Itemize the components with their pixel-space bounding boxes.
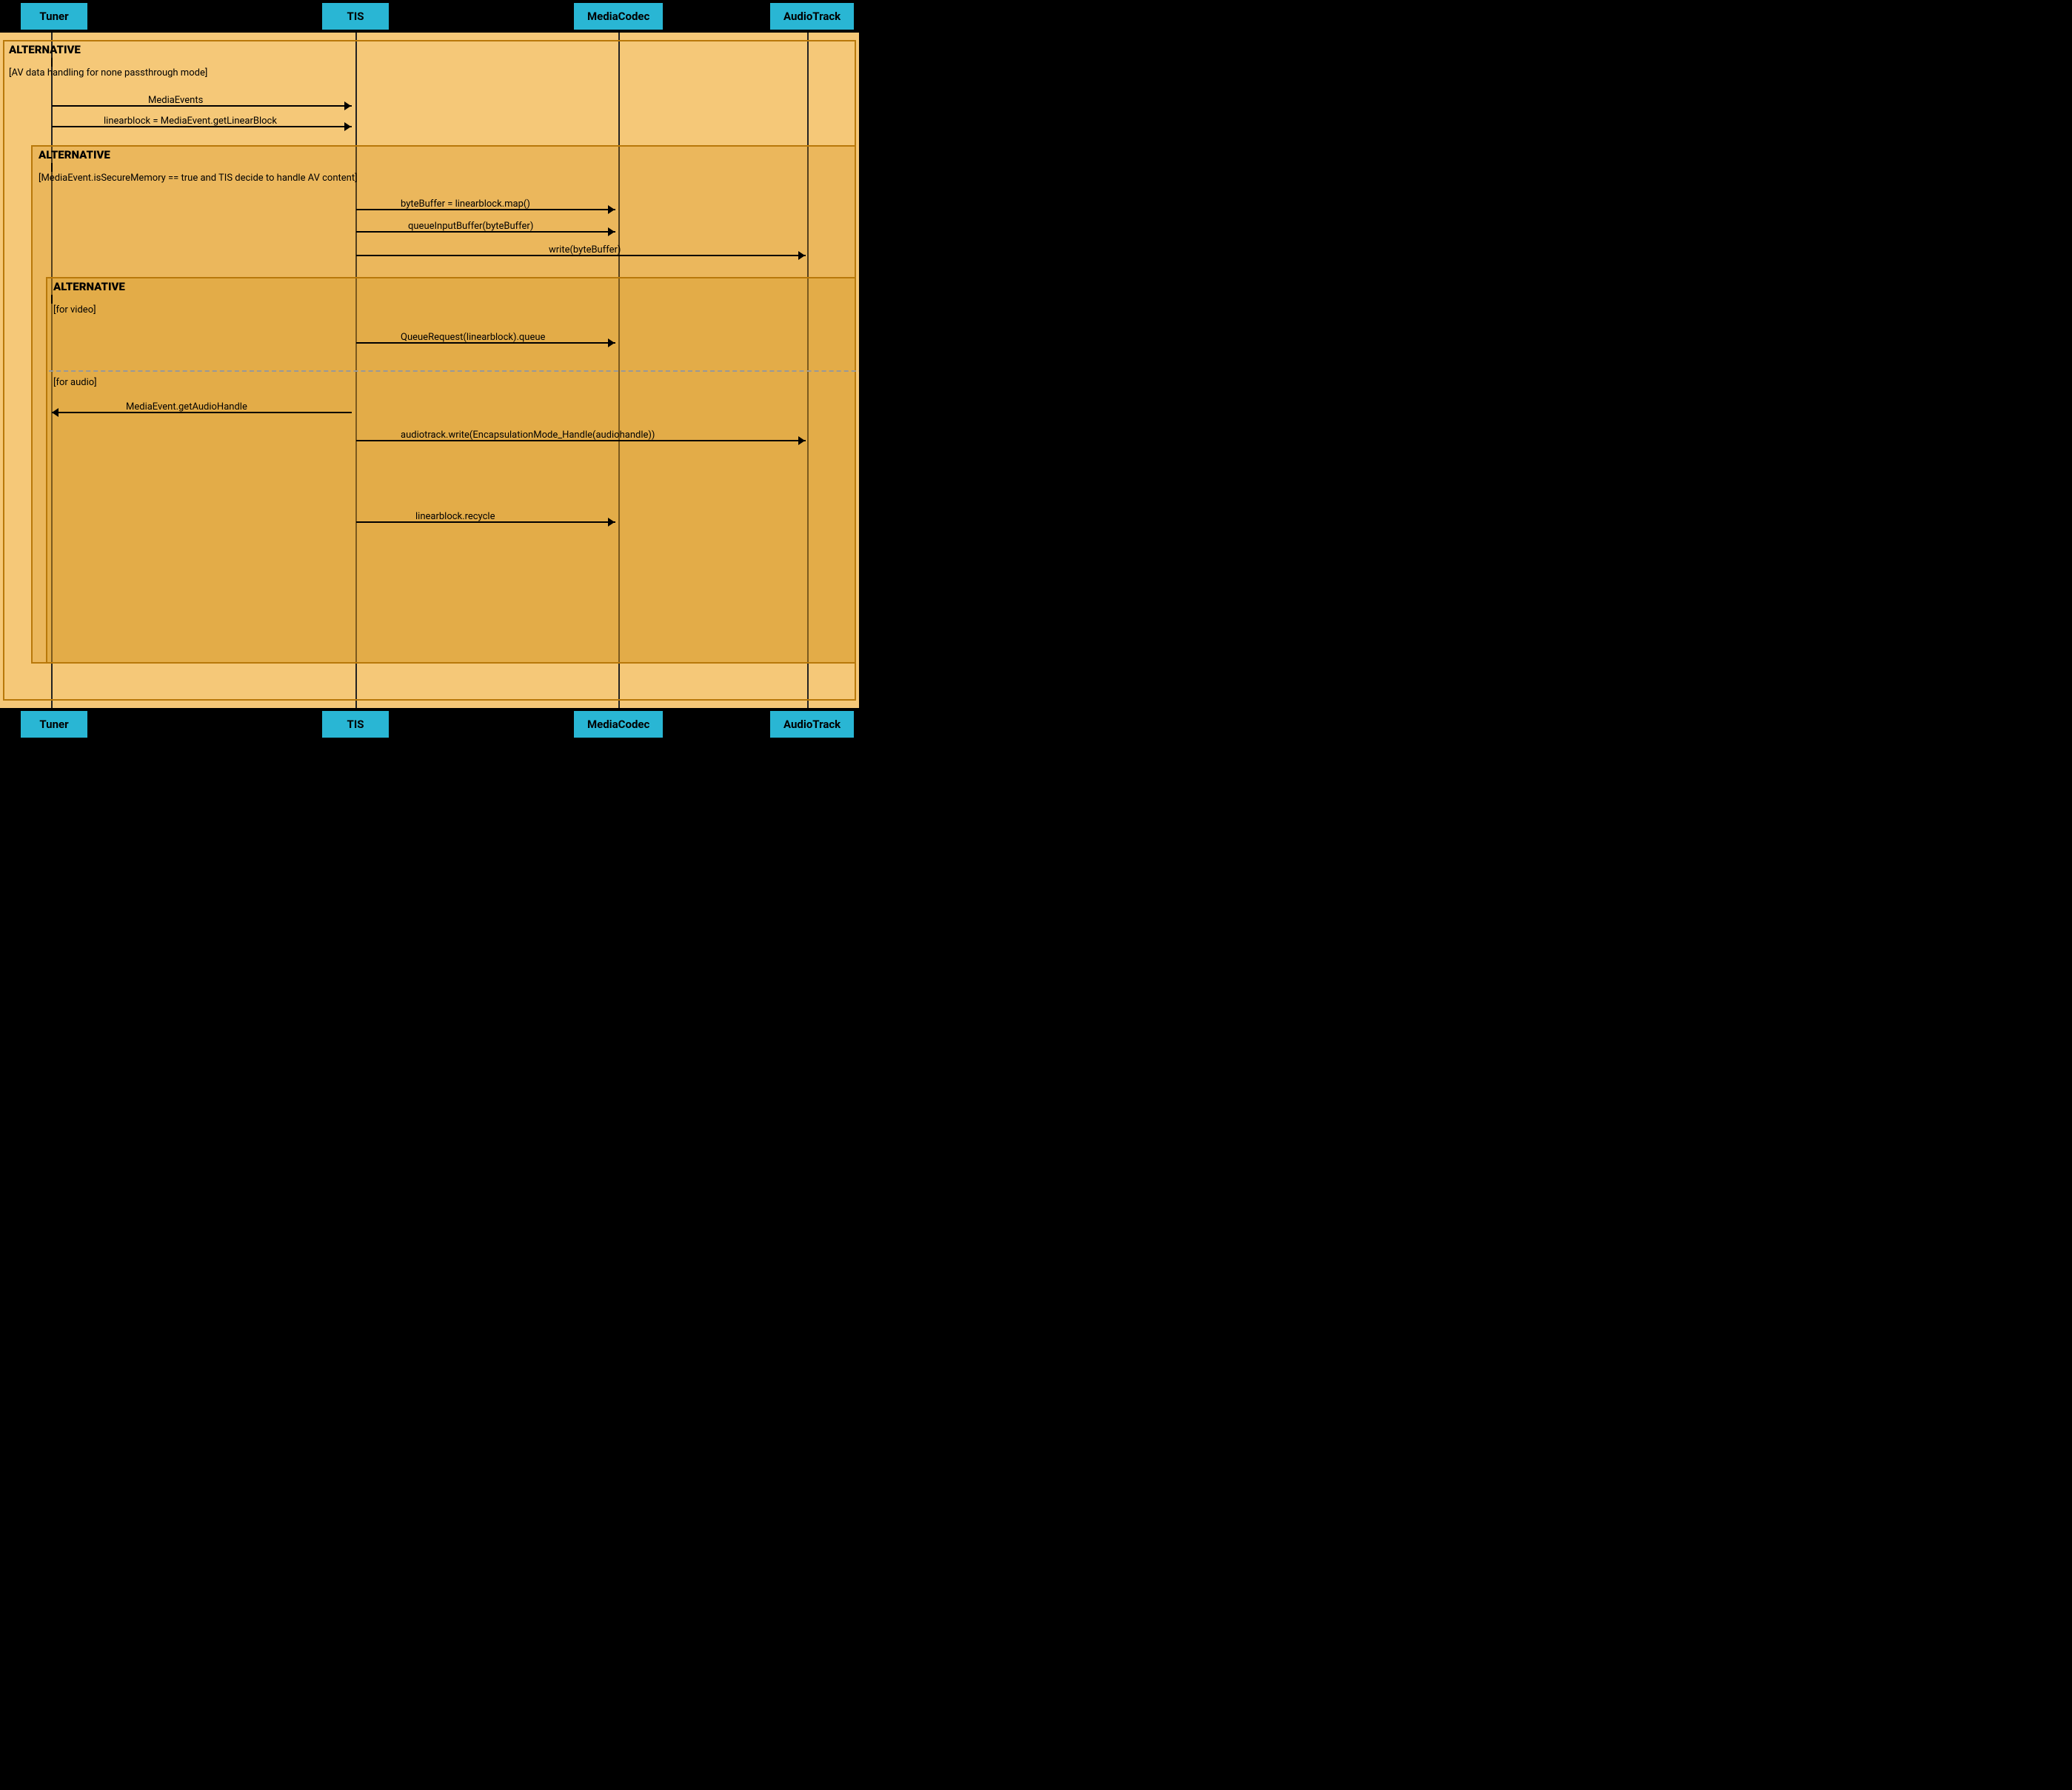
arrow-get-audio-handle: MediaEvent.getAudioHandle [52,404,355,419]
arrow-mediaevents: MediaEvents [52,98,355,113]
lifeline-footer-tuner: Tuner [21,711,87,738]
arrow-linearblock: linearblock = MediaEvent.getLinearBlock [52,118,355,133]
lifeline-footer-tis: TIS [322,711,389,738]
lifeline-header-tis: TIS [322,3,389,30]
arrow-linearblock-recycle: linearblock.recycle [356,514,619,529]
lifeline-footer-audiotrack: AudioTrack [770,711,854,738]
alt-label-3: ALTERNATIVE [53,280,125,293]
arrow-write-bytebuffer: write(byteBuffer) [356,247,809,262]
header-bar: Tuner TIS MediaCodec AudioTrack [0,0,859,33]
alt-condition-1: [AV data handling for none passthrough m… [9,67,207,79]
dashed-divider [49,370,859,372]
alt-condition-3-video: [for video] [53,304,96,315]
lifeline-footer-mediacodec: MediaCodec [574,711,663,738]
alt2-tick [51,163,53,172]
alt-label-2: ALTERNATIVE [39,148,110,161]
alt-condition-2: [MediaEvent.isSecureMemory == true and T… [39,172,358,184]
sequence-diagram: Tuner TIS MediaCodec AudioTrack ALTERNAT… [0,0,859,741]
lifeline-header-audiotrack: AudioTrack [770,3,854,30]
arrow-audiotrack-write: audiotrack.write(EncapsulationMode_Handl… [356,433,809,447]
alt1-tick [51,58,53,67]
lifeline-header-tuner: Tuner [21,3,87,30]
alt-label-1: ALTERNATIVE [9,43,81,56]
footer-bar: Tuner TIS MediaCodec AudioTrack [0,708,859,741]
arrow-bytebuffer-map: byteBuffer = linearblock.map() [356,201,619,216]
main-content: ALTERNATIVE [AV data handling for none p… [0,33,859,708]
alt3-tick [51,295,53,304]
alt-condition-3-audio: [for audio] [53,376,97,388]
lifeline-header-mediacodec: MediaCodec [574,3,663,30]
arrow-queue-input: queueInputBuffer(byteBuffer) [356,224,619,238]
arrow-queue-request: QueueRequest(linearblock).queue [356,335,619,350]
